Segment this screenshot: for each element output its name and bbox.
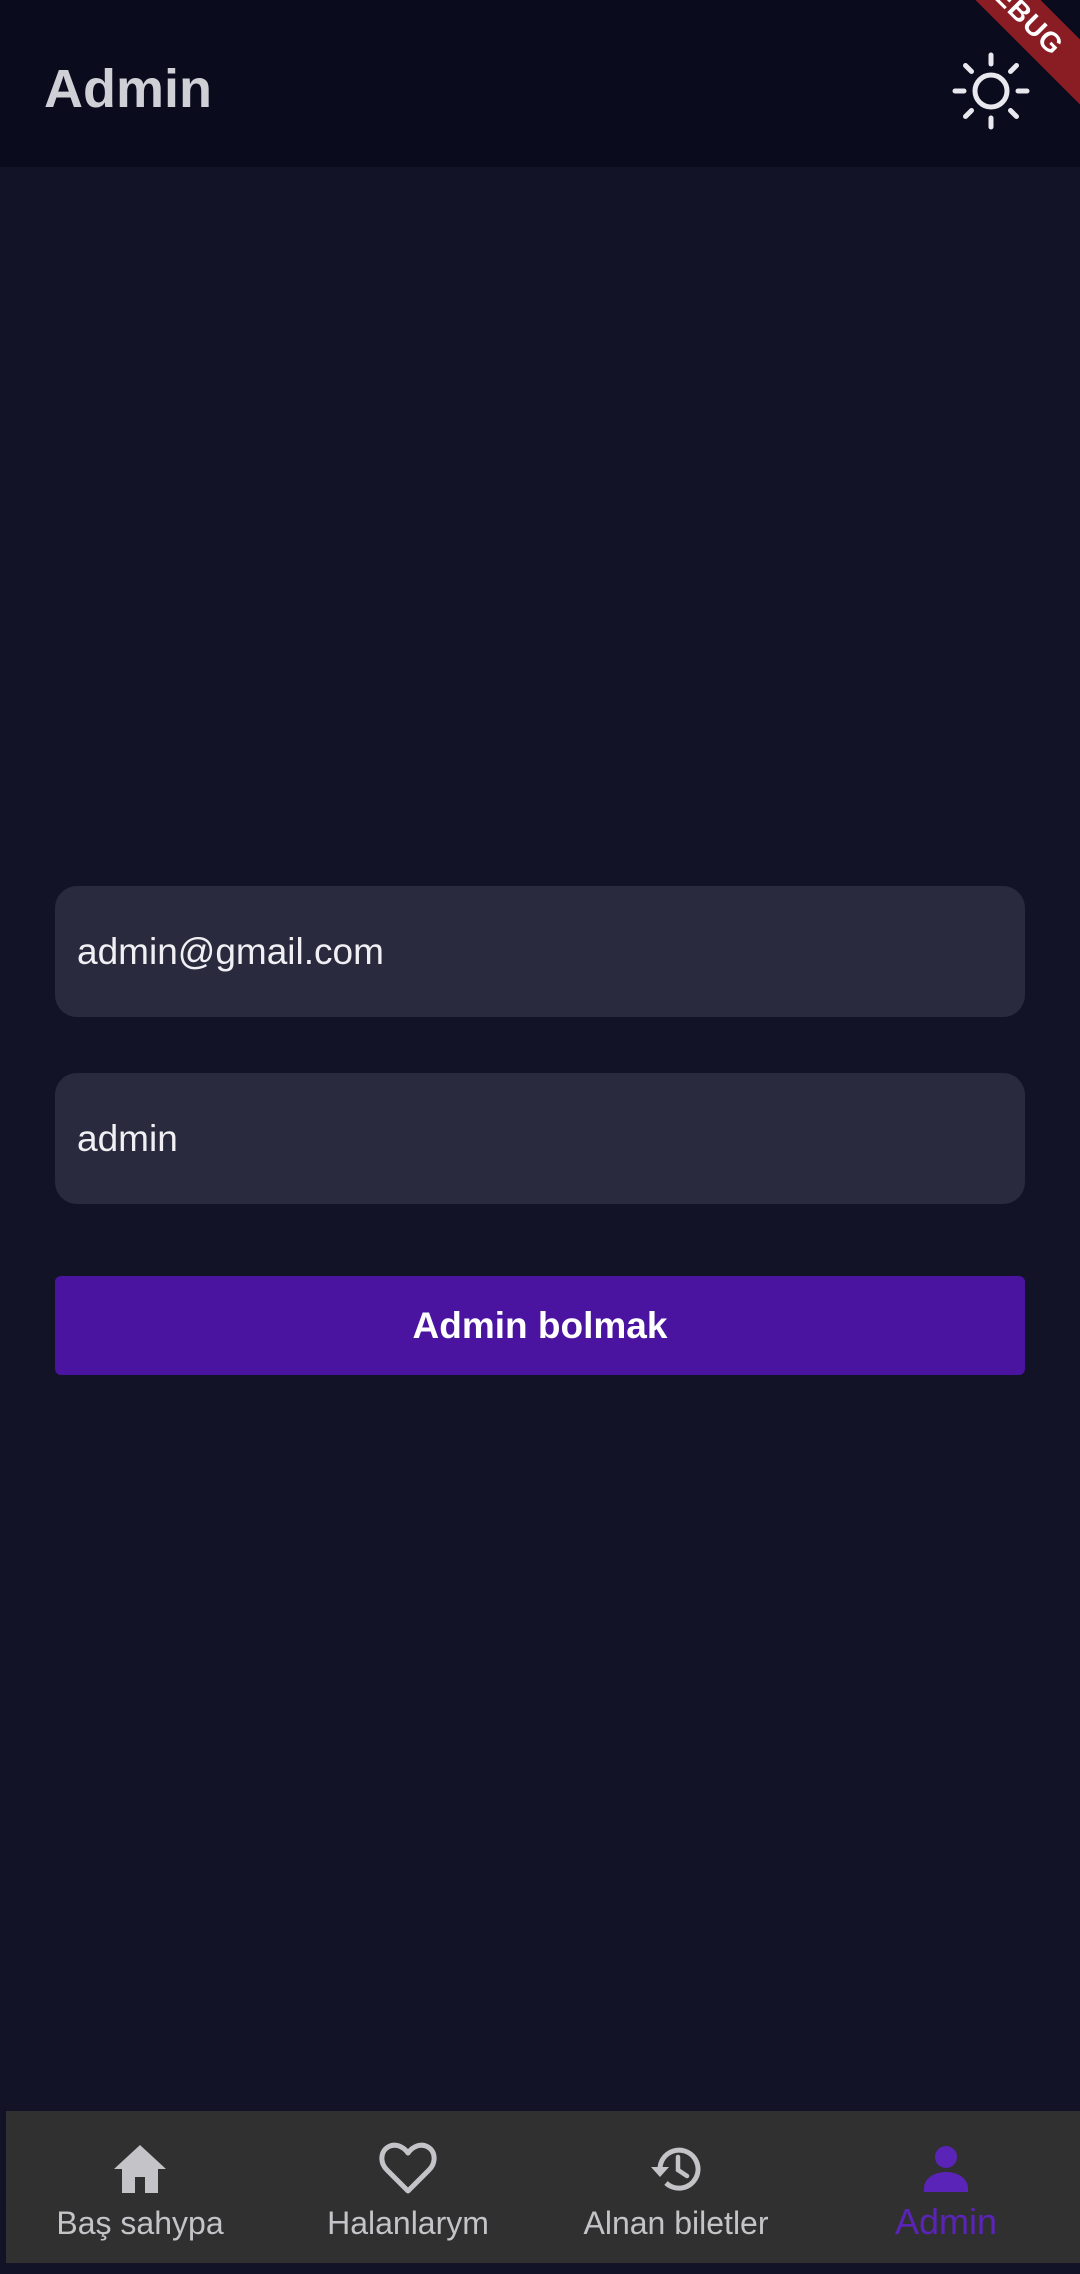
history-icon [651, 2147, 701, 2191]
email-input[interactable] [55, 886, 1025, 1017]
password-field[interactable] [55, 1073, 1025, 1204]
nav-item-favorites[interactable]: Halanlarym [274, 2111, 542, 2263]
heart-icon [379, 2142, 437, 2194]
debug-banner-wrap: DEBUG [940, 0, 1080, 140]
page-title: Admin [44, 59, 212, 119]
nav-item-label: Baş sahypa [56, 2205, 224, 2241]
person-icon [924, 2146, 968, 2192]
home-icon [114, 2145, 166, 2193]
debug-banner: DEBUG [940, 0, 1080, 111]
nav-item-tickets[interactable]: Alnan biletler [542, 2111, 810, 2263]
password-input[interactable] [55, 1073, 1025, 1204]
nav-item-label: Alnan biletler [583, 2205, 769, 2241]
email-field[interactable] [55, 886, 1025, 1017]
admin-login-button[interactable]: Admin bolmak [55, 1276, 1025, 1375]
nav-item-home[interactable]: Baş sahypa [6, 2111, 274, 2263]
nav-item-label: Admin [894, 2201, 998, 2242]
app-bar: Admin [0, 0, 1080, 167]
nav-item-label: Halanlarym [327, 2205, 489, 2241]
nav-item-admin[interactable]: Admin [812, 2111, 1080, 2263]
bottom-navigation-bar: Baş sahypa Halanlarym Alnan biletler Adm… [6, 2111, 1080, 2263]
